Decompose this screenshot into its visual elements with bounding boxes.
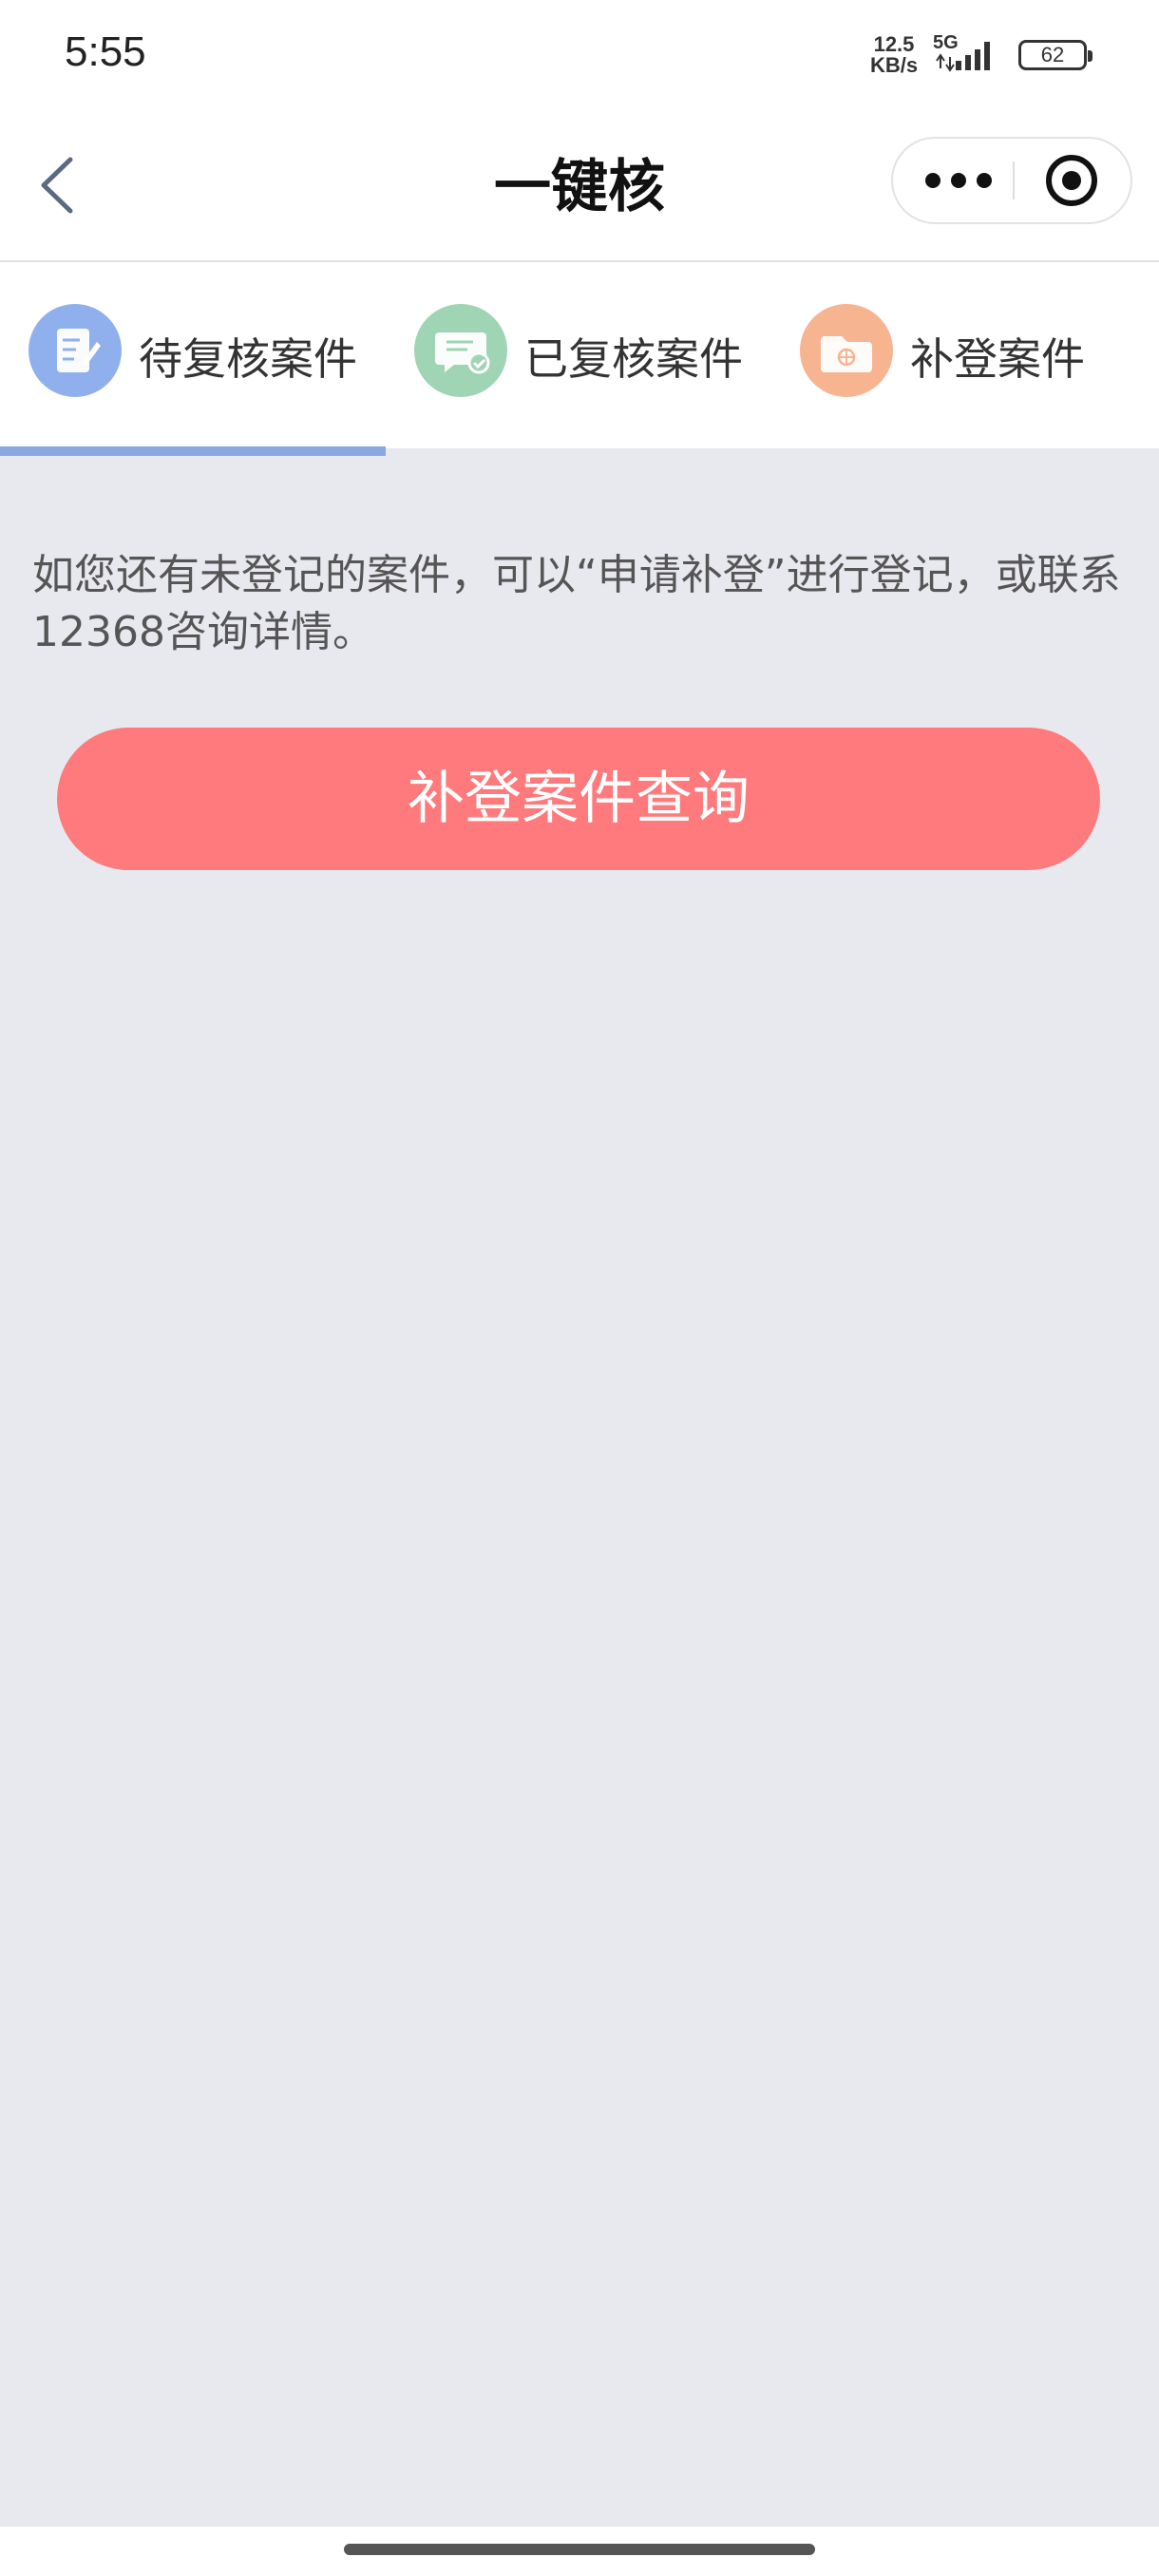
more-button[interactable] bbox=[893, 139, 1013, 222]
status-time: 5:55 bbox=[65, 28, 146, 75]
gesture-bar bbox=[0, 2527, 1159, 2576]
network-speed: 12.5 KB/s bbox=[861, 34, 927, 76]
folder-globe-icon bbox=[800, 304, 893, 397]
notebook-edit-icon bbox=[28, 304, 122, 397]
nav-bar: 一键核 bbox=[0, 114, 1159, 262]
message-check-icon bbox=[414, 304, 507, 397]
network-speed-unit: KB/s bbox=[869, 53, 919, 77]
tab-label: 待复核案件 bbox=[139, 333, 357, 385]
close-miniprogram-button[interactable] bbox=[1015, 139, 1130, 222]
case-tabs: 待复核案件 已复核案件 补登案件 bbox=[0, 262, 1159, 448]
more-dots-icon bbox=[925, 173, 992, 188]
active-tab-indicator bbox=[0, 446, 386, 456]
tab-label: 补登案件 bbox=[910, 333, 1085, 385]
signal-icon: 5G bbox=[933, 32, 1001, 76]
tab-pending-review[interactable]: 待复核案件 bbox=[0, 262, 386, 448]
supplementary-query-button[interactable]: 补登案件查询 bbox=[57, 728, 1100, 870]
supplementary-notice: 如您还有未登记的案件，可以“申请补登”进行登记，或联系12368咨询详情。 bbox=[32, 551, 1121, 656]
tab-label: 已复核案件 bbox=[524, 333, 743, 385]
home-indicator[interactable] bbox=[344, 2544, 815, 2555]
status-bar: 5:55 12.5 KB/s 5G 62 bbox=[0, 0, 1159, 114]
battery-icon: 62 bbox=[1018, 40, 1092, 70]
tab-reviewed[interactable]: 已复核案件 bbox=[386, 262, 771, 448]
tab-supplementary[interactable]: 补登案件 bbox=[771, 262, 1159, 448]
battery-level: 62 bbox=[1040, 43, 1065, 66]
target-icon bbox=[1046, 155, 1097, 206]
menu-capsule bbox=[891, 137, 1132, 224]
network-speed-value: 12.5 bbox=[873, 32, 915, 56]
